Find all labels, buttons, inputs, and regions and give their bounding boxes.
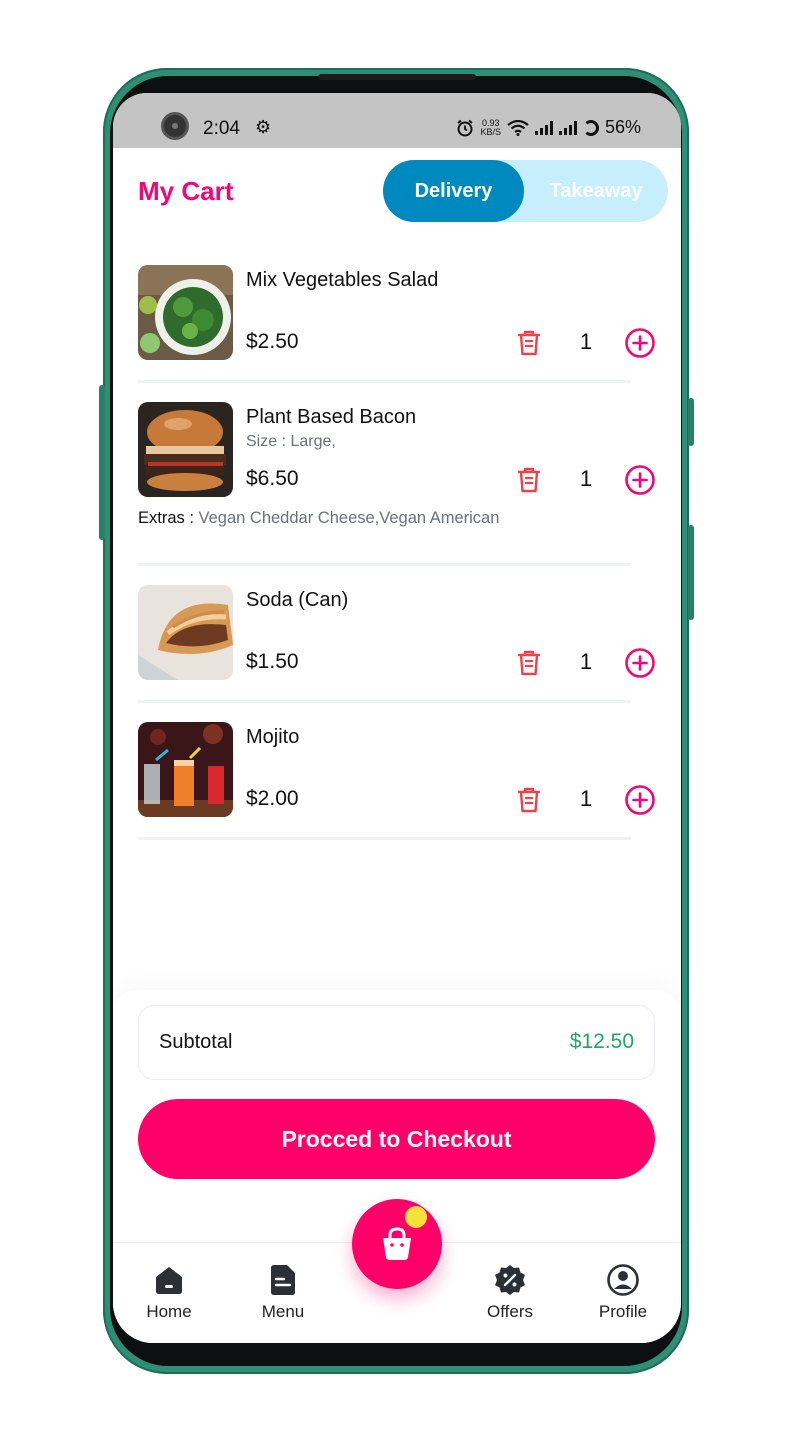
nav-label-offers: Offers — [487, 1302, 533, 1321]
item-name: Mix Vegetables Salad — [246, 269, 439, 291]
cart-fab-button[interactable] — [352, 1199, 442, 1289]
trash-icon[interactable] — [514, 328, 544, 358]
nav-item-menu[interactable]: Menu — [233, 1263, 333, 1322]
home-icon — [156, 1267, 182, 1294]
subtotal-value: $12.50 — [569, 1030, 634, 1053]
plus-circle-icon[interactable] — [624, 784, 656, 816]
page-title: My Cart — [138, 176, 234, 206]
signal-icon-2 — [558, 120, 577, 135]
phone-speaker-slot — [318, 74, 476, 80]
settings-gear-icon: ⚙ — [255, 117, 272, 137]
status-time: 2:04 — [203, 118, 240, 139]
checkout-button[interactable]: Procced to Checkout — [138, 1099, 655, 1179]
menu-icon — [271, 1265, 295, 1295]
cocktail-image — [138, 722, 233, 817]
extras-label: Extras : — [138, 509, 194, 527]
app-screen: 2:04 ⚙ 0.93 KB/S 56% My Cart Delivery Ta… — [113, 93, 681, 1343]
sandwich-image — [138, 585, 233, 680]
extras-value: Vegan Cheddar Cheese,Vegan American — [198, 509, 500, 527]
trash-icon[interactable] — [514, 648, 544, 678]
cart-header: My Cart Delivery Takeaway — [113, 148, 681, 243]
plus-circle-icon[interactable] — [624, 327, 656, 359]
network-speed-unit: KB/S — [480, 126, 501, 137]
phone-side-button-right — [688, 525, 694, 620]
phone-side-button-left — [99, 385, 105, 540]
plus-circle-icon[interactable] — [624, 647, 656, 679]
salad-image — [138, 265, 233, 360]
tab-takeaway[interactable]: Takeaway — [524, 160, 668, 222]
offers-icon — [495, 1265, 525, 1295]
signal-icon-1 — [534, 120, 553, 135]
cart-item: Plant Based Bacon Size : Large, $6.50 1 … — [138, 400, 655, 566]
nav-label-menu: Menu — [261, 1302, 305, 1321]
wifi-icon — [507, 119, 529, 136]
alarm-icon — [457, 119, 474, 136]
subtotal-label: Subtotal — [159, 1031, 233, 1053]
status-bar: 2:04 ⚙ 0.93 KB/S 56% — [113, 93, 681, 148]
battery-icon — [582, 119, 599, 136]
front-camera — [161, 112, 189, 140]
nav-item-home[interactable]: Home — [119, 1263, 219, 1322]
item-name: Soda (Can) — [246, 589, 349, 611]
cart-item: Mix Vegetables Salad $2.50 1 — [138, 263, 655, 383]
battery-percent: 56% — [604, 117, 641, 137]
profile-icon — [607, 1264, 639, 1296]
cart-item: Soda (Can) $1.50 1 — [138, 583, 655, 703]
nav-label-profile: Profile — [598, 1302, 648, 1321]
item-price: $2.50 — [246, 330, 299, 353]
nav-label-home: Home — [146, 1302, 192, 1321]
status-indicators: 0.93 KB/S 56% — [456, 117, 641, 138]
item-name: Mojito — [246, 726, 300, 748]
item-quantity: 1 — [579, 329, 593, 354]
phone-side-button-right-top — [688, 398, 694, 446]
cart-notification-dot — [405, 1206, 427, 1228]
trash-icon[interactable] — [514, 785, 544, 815]
item-quantity: 1 — [579, 649, 593, 674]
cart-list: Mix Vegetables Salad $2.50 1 Plant Based… — [138, 263, 658, 840]
cart-bag-icon — [383, 1227, 411, 1260]
plus-circle-icon[interactable] — [624, 464, 656, 496]
nav-item-offers[interactable]: Offers — [460, 1263, 560, 1322]
nav-item-profile[interactable]: Profile — [573, 1263, 673, 1322]
subtotal-row: Subtotal $12.50 — [138, 1005, 655, 1080]
trash-icon[interactable] — [514, 465, 544, 495]
item-size: Size : Large, — [246, 433, 336, 450]
item-price: $2.00 — [246, 787, 299, 810]
item-quantity: 1 — [579, 786, 593, 811]
network-speed: 0.93 KB/S — [480, 118, 501, 137]
item-price: $1.50 — [246, 650, 299, 673]
item-name: Plant Based Bacon — [246, 406, 417, 428]
tab-delivery[interactable]: Delivery — [383, 160, 524, 222]
cart-item: Mojito $2.00 1 — [138, 720, 655, 840]
item-extras: Extras : Vegan Cheddar Cheese,Vegan Amer… — [138, 509, 559, 528]
delivery-mode-toggle: Delivery Takeaway — [383, 160, 668, 222]
item-quantity: 1 — [579, 466, 593, 491]
item-price: $6.50 — [246, 467, 299, 490]
burger-image — [138, 402, 233, 497]
